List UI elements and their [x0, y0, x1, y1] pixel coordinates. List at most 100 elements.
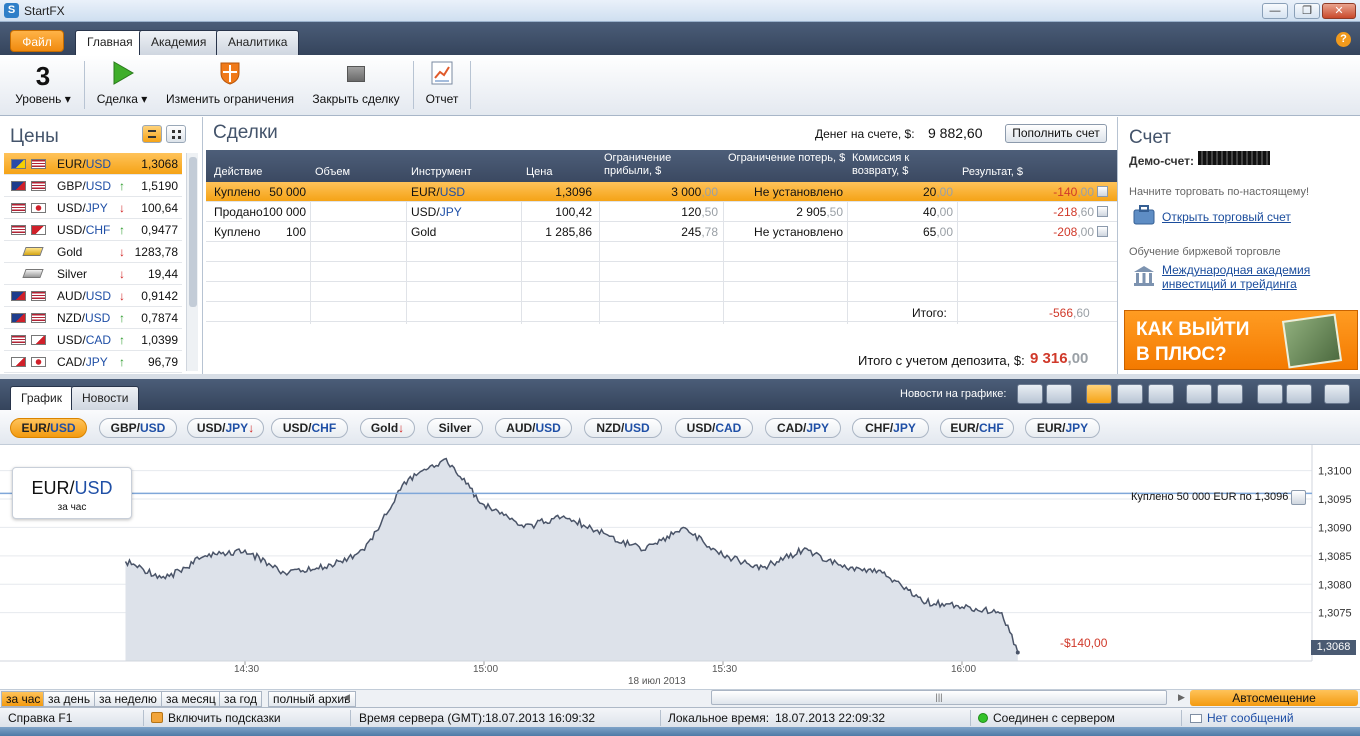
hints-toggle[interactable]: Включить подсказки	[168, 711, 281, 725]
col-price: Цена	[526, 166, 553, 178]
close-trade-button[interactable]	[1097, 206, 1108, 217]
academy-icon	[1134, 266, 1154, 286]
briefcase-icon	[1133, 205, 1155, 225]
tab-academy[interactable]: Академия	[139, 30, 219, 55]
pair-button[interactable]: Gold↓	[360, 418, 415, 438]
table-row[interactable]: Продано 100 000 USD/JPY 100,42 120,50 2 905,5…	[206, 202, 1117, 222]
pair-button[interactable]: USD/CHF	[271, 418, 348, 438]
price-name: AUD/USD	[57, 289, 112, 303]
news-bubble-icon[interactable]	[1017, 384, 1043, 404]
news-list-icon[interactable]	[1046, 384, 1072, 404]
chart-plot[interactable]: 1,3100 1,3095 1,3090 1,3085 1,3080 1,3075 14:3…	[0, 445, 1360, 689]
close-deal-button[interactable]: Закрыть сделку	[306, 55, 406, 115]
prices-scrollbar[interactable]	[186, 153, 198, 371]
academy-link[interactable]: Международная академия инвестиций и трей…	[1162, 263, 1342, 291]
pair-button[interactable]: Silver	[427, 418, 483, 438]
tab-news[interactable]: Новости	[71, 386, 140, 410]
toolbar-divider	[413, 61, 414, 109]
report-button[interactable]: Отчет	[420, 55, 464, 115]
price-row[interactable]: USD/CHF ↑ 0,9477	[4, 219, 182, 241]
list-view-button[interactable]	[142, 125, 162, 143]
pair-button[interactable]: AUD/USD	[495, 418, 572, 438]
cad-flag-icon	[31, 335, 46, 345]
pair-button[interactable]: CAD/JPY	[765, 418, 841, 438]
price-name: USD/CAD	[57, 333, 112, 347]
nzd-flag-icon	[11, 313, 26, 323]
help-status[interactable]: Справка F1	[8, 711, 72, 725]
range-button[interactable]: за неделю	[94, 691, 162, 707]
close-position-button[interactable]	[1291, 490, 1306, 505]
tab-analytics[interactable]: Аналитика	[216, 30, 300, 55]
file-menu-button[interactable]: Файл	[10, 30, 64, 52]
price-row[interactable]: USD/JPY ↓ 100,64	[4, 197, 182, 219]
line-chart-icon[interactable]	[1117, 384, 1143, 404]
price-row[interactable]: USD/CAD ↑ 1,0399	[4, 329, 182, 351]
tab-chart[interactable]: График	[10, 386, 73, 411]
change-limits-button[interactable]: Изменить ограничения	[160, 55, 300, 115]
pair-button[interactable]: NZD/USD	[584, 418, 662, 438]
pair-button[interactable]: USD/JPY↓	[187, 418, 264, 438]
time-scrollbar[interactable]: |||	[711, 690, 1167, 705]
server-time-label: Время сервера (GMT):	[359, 711, 486, 725]
table-row[interactable]: Куплено 50 000 EUR/USD 1,3096 3 000,00 Не уст…	[206, 182, 1117, 202]
play-icon	[113, 61, 134, 85]
range-scroll-right-icon[interactable]: ▶	[1178, 692, 1185, 703]
area-chart-icon[interactable]	[1086, 384, 1112, 404]
silver-bar-icon	[22, 269, 44, 278]
help-icon[interactable]: ?	[1336, 32, 1351, 47]
price-row[interactable]: EUR/USD 1,3068	[4, 153, 182, 175]
tab-main[interactable]: Главная	[75, 30, 145, 56]
status-divider	[660, 710, 661, 726]
range-button[interactable]: за год	[219, 691, 263, 707]
price-name: EUR/USD	[57, 157, 112, 171]
y-tick-label: 1,3075	[1318, 608, 1352, 620]
zoom-in-icon[interactable]	[1286, 384, 1312, 404]
range-button[interactable]: за час	[1, 691, 46, 707]
messages-status[interactable]: Нет сообщений	[1207, 711, 1294, 725]
pair-button[interactable]: CHF/JPY	[852, 418, 929, 438]
close-button[interactable]: ✕	[1322, 3, 1356, 19]
cell-result: -218,60	[1053, 205, 1094, 219]
deal-button[interactable]: Сделка ▾	[92, 55, 152, 115]
price-row[interactable]: NZD/USD ↑ 0,7874	[4, 307, 182, 329]
close-trade-button[interactable]	[1097, 226, 1108, 237]
grid-view-button[interactable]	[166, 125, 186, 143]
range-scroll-left-icon[interactable]: ◀	[343, 692, 350, 703]
range-button[interactable]: за день	[43, 691, 96, 707]
close-trade-button[interactable]	[1097, 186, 1108, 197]
cell-instrument: EUR/USD	[411, 185, 466, 199]
prices-title: Цены	[10, 126, 59, 147]
promo-banner[interactable]: КАК ВЫЙТИ В ПЛЮС?	[1124, 310, 1358, 370]
autoshift-button[interactable]: Автосмещение	[1190, 690, 1358, 706]
table-row[interactable]: Куплено 100 Gold 1 285,86 245,78 Не установле…	[206, 222, 1117, 242]
level-button[interactable]: 3 Уровень ▾	[8, 55, 78, 115]
pair-button[interactable]: EUR/USD	[10, 418, 87, 438]
price-row[interactable]: Gold ↓ 1283,78	[4, 241, 182, 263]
status-divider	[970, 710, 971, 726]
price-row[interactable]: CAD/JPY ↑ 96,79	[4, 351, 182, 373]
trend-line-icon[interactable]	[1217, 384, 1243, 404]
candle-chart-icon[interactable]	[1148, 384, 1174, 404]
pair-button[interactable]: EUR/JPY	[1025, 418, 1100, 438]
horizontal-line-icon[interactable]	[1186, 384, 1212, 404]
minimize-button[interactable]: —	[1262, 3, 1288, 19]
pair-button[interactable]: USD/CAD	[675, 418, 753, 438]
range-button[interactable]: за месяц	[161, 691, 221, 707]
zoom-out-icon[interactable]	[1257, 384, 1283, 404]
cell-commission: 40,00	[922, 205, 953, 219]
maximize-button[interactable]: ❐	[1294, 3, 1320, 19]
account-title: Счет	[1129, 127, 1172, 148]
topup-button[interactable]: Пополнить счет	[1005, 124, 1107, 143]
y-tick-label: 1,3100	[1318, 466, 1352, 478]
pair-button[interactable]: EUR/CHF	[940, 418, 1014, 438]
pair-button[interactable]: GBP/USD	[99, 418, 177, 438]
price-row[interactable]: Silver ↓ 19,44	[4, 263, 182, 285]
arrow-up-icon: ↑	[119, 311, 125, 325]
text-tool-icon[interactable]	[1324, 384, 1350, 404]
price-row[interactable]: AUD/USD ↓ 0,9142	[4, 285, 182, 307]
price-chart[interactable]: 1,3100 1,3095 1,3090 1,3085 1,3080 1,3075 14:3…	[0, 445, 1360, 689]
price-value: 0,9142	[141, 289, 178, 303]
stop-icon	[347, 66, 365, 82]
price-row[interactable]: GBP/USD ↑ 1,5190	[4, 175, 182, 197]
open-account-link[interactable]: Открыть торговый счет	[1162, 210, 1291, 224]
